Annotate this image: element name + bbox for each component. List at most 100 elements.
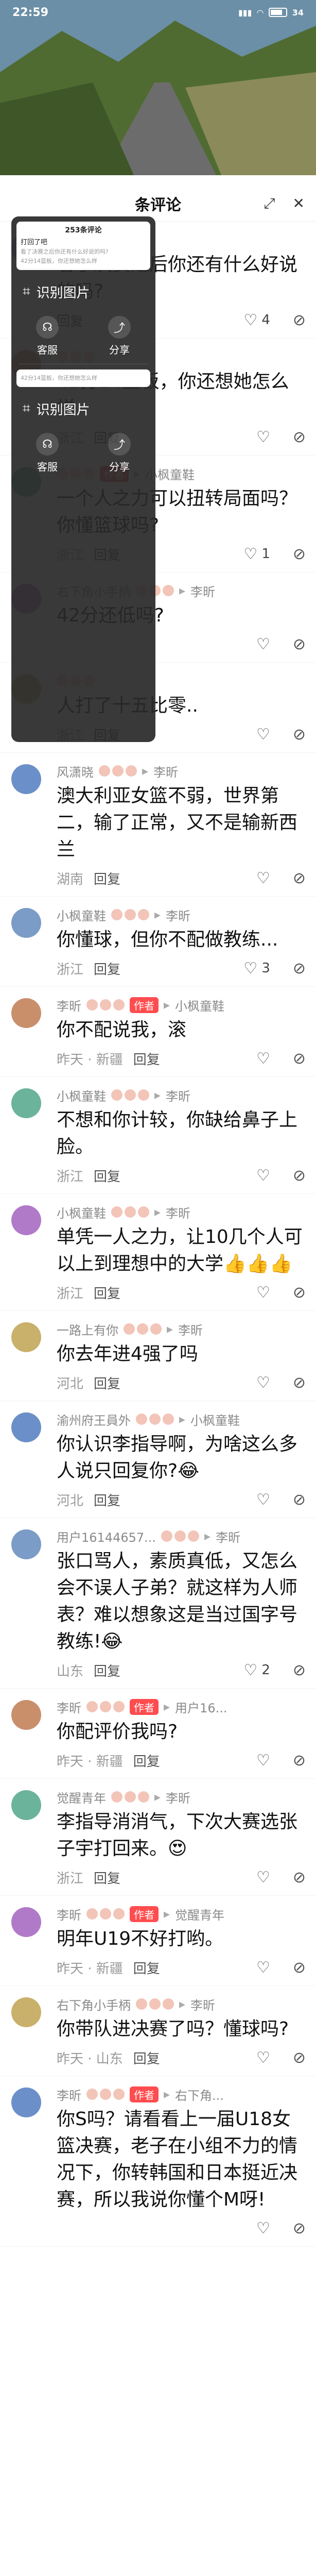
comment-username[interactable]: 李昕 [57, 1905, 81, 1923]
dislike-icon[interactable]: ⊘ [293, 1959, 306, 1977]
dislike-icon[interactable]: ⊘ [293, 726, 306, 744]
comment-item[interactable]: 小枫童鞋 ▸ 李昕 你懂球，但你不配做教练... 浙江 回复 ♡ 3 ⊘ [0, 897, 316, 987]
dislike-icon[interactable]: ⊘ [293, 635, 306, 653]
dislike-icon[interactable]: ⊘ [293, 1284, 306, 1302]
comment-item[interactable]: 李昕 作者 ▸ 小枫童鞋 你不配说我，滚 昨天 · 新疆 回复 ♡ ⊘ [0, 987, 316, 1077]
comment-item[interactable]: 李昕 作者 ▸ 右下角... 你S吗？请看看上一届U18女篮决赛，老子在小组不力的情况下… [0, 2076, 316, 2247]
reply-target-username[interactable]: 用户16... [175, 1698, 227, 1716]
avatar[interactable] [11, 1322, 41, 1352]
like-button[interactable]: ♡ 2 [243, 1661, 270, 1679]
like-button[interactable]: ♡ [256, 726, 270, 744]
avatar[interactable] [11, 1997, 41, 2027]
comment-username[interactable]: 一路上有你 [57, 1320, 118, 1338]
customer-service-button[interactable]: ☊ 客服 [36, 316, 59, 357]
dislike-icon[interactable]: ⊘ [293, 1661, 306, 1679]
reply-button[interactable]: 回复 [94, 1661, 120, 1680]
reply-target-username[interactable]: 李昕 [190, 1995, 215, 2013]
dislike-icon[interactable]: ⊘ [293, 428, 306, 446]
comment-username[interactable]: 李昕 [57, 1698, 81, 1716]
comment-item[interactable]: 觉醒青年 ▸ 李昕 李指导消消气，下次大赛选张子宇打回来。😍 浙江 回复 ♡ ⊘ [0, 1779, 316, 1896]
comment-item[interactable]: 一路上有你 ▸ 李昕 你去年进4强了吗 河北 回复 ♡ ⊘ [0, 1311, 316, 1401]
reply-button[interactable]: 回复 [94, 959, 120, 978]
reply-target-username[interactable]: 李昕 [166, 1788, 190, 1806]
like-button[interactable]: ♡ [256, 1491, 270, 1509]
like-button[interactable]: ♡ [256, 428, 270, 446]
comment-username[interactable]: 右下角小手柄 [57, 1995, 131, 2013]
like-button[interactable]: ♡ [256, 1959, 270, 1977]
comment-item[interactable]: 李昕 作者 ▸ 用户16... 你配评价我吗? 昨天 · 新疆 回复 ♡ ⊘ [0, 1689, 316, 1779]
reply-button[interactable]: 回复 [133, 2048, 160, 2067]
reply-button[interactable]: 回复 [94, 1490, 120, 1509]
reply-target-username[interactable]: 李昕 [166, 1203, 190, 1221]
customer-service-button-2[interactable]: ☊ 客服 [36, 433, 59, 474]
like-button[interactable]: ♡ [256, 1284, 270, 1302]
comment-username[interactable]: 渝州府王員外 [57, 1410, 131, 1428]
comment-username[interactable]: 李昕 [57, 996, 81, 1014]
recognize-image-button-2[interactable]: ⌗ 识别图片 [11, 392, 155, 426]
like-button[interactable]: ♡ [256, 1167, 270, 1185]
reply-target-username[interactable]: 李昕 [178, 1320, 203, 1338]
avatar[interactable] [11, 1205, 41, 1235]
dislike-icon[interactable]: ⊘ [293, 959, 306, 978]
expand-icon[interactable]: ⤢ [264, 195, 275, 212]
comment-item[interactable]: 风潇晓 ▸ 李昕 澳大利亚女篮不弱，世界第二，输了正常，又不是输新西兰 湖南 回复 ♡ ⊘ [0, 753, 316, 897]
comment-username[interactable]: 觉醒青年 [57, 1788, 106, 1806]
avatar[interactable] [11, 1088, 41, 1118]
reply-target-username[interactable]: 小枫童鞋 [175, 996, 224, 1014]
avatar[interactable] [11, 1412, 41, 1442]
like-button[interactable]: ♡ [256, 1868, 270, 1887]
reply-target-username[interactable]: 李昕 [216, 1527, 240, 1545]
dislike-icon[interactable]: ⊘ [293, 545, 306, 563]
like-button[interactable]: ♡ [256, 869, 270, 887]
like-button[interactable]: ♡ [256, 1752, 270, 1770]
comment-username[interactable]: 小枫童鞋 [57, 1203, 106, 1221]
avatar[interactable] [11, 998, 41, 1028]
reply-target-username[interactable]: 李昕 [166, 1086, 190, 1104]
reply-button[interactable]: 回复 [94, 1166, 120, 1185]
dislike-icon[interactable]: ⊘ [293, 1050, 306, 1068]
reply-target-username[interactable]: 李昕 [153, 762, 178, 780]
like-button[interactable]: ♡ 1 [243, 545, 270, 563]
like-button[interactable]: ♡ [256, 1374, 270, 1392]
dislike-icon[interactable]: ⊘ [293, 869, 306, 887]
like-button[interactable]: ♡ 4 [243, 311, 270, 329]
like-button[interactable]: ♡ 3 [243, 959, 270, 978]
comment-item[interactable]: 用户16144657... ▸ 李昕 张口骂人，素质真低，又怎么会不误人子弟？就这样为… [0, 1518, 316, 1689]
avatar[interactable] [11, 908, 41, 938]
reply-button[interactable]: 回复 [94, 1283, 120, 1302]
dislike-icon[interactable]: ⊘ [293, 1167, 306, 1185]
comment-username[interactable]: 小枫童鞋 [57, 906, 106, 924]
like-button[interactable]: ♡ [256, 2049, 270, 2067]
reply-target-username[interactable]: 觉醒青年 [175, 1905, 224, 1923]
avatar[interactable] [11, 764, 41, 794]
comment-item[interactable]: 小枫童鞋 ▸ 李昕 不想和你计较，你缺给鼻子上脸。 浙江 回复 ♡ ⊘ [0, 1077, 316, 1194]
reply-target-username[interactable]: 李昕 [166, 906, 190, 924]
dislike-icon[interactable]: ⊘ [293, 1491, 306, 1509]
avatar[interactable] [11, 1700, 41, 1730]
reply-button[interactable]: 回复 [94, 869, 120, 888]
comment-item[interactable]: 李昕 作者 ▸ 觉醒青年 明年U19不好打哟。 昨天 · 新疆 回复 ♡ ⊘ [0, 1896, 316, 1986]
share-button[interactable]: ⤴ 分享 [108, 316, 131, 357]
reply-button[interactable]: 回复 [133, 1049, 160, 1068]
recognize-image-button[interactable]: ⌗ 识别图片 [11, 275, 155, 309]
reply-target-username[interactable]: 小枫童鞋 [190, 1410, 240, 1428]
close-icon[interactable]: ✕ [293, 195, 305, 212]
avatar[interactable] [11, 1529, 41, 1559]
like-button[interactable]: ♡ [256, 1050, 270, 1068]
avatar[interactable] [11, 2087, 41, 2117]
avatar[interactable] [11, 1907, 41, 1937]
comment-username[interactable]: 风潇晓 [57, 762, 94, 780]
reply-target-username[interactable]: 右下角... [175, 2085, 224, 2103]
comment-username[interactable]: 小枫童鞋 [57, 1086, 106, 1104]
avatar[interactable] [11, 1790, 41, 1820]
like-button[interactable]: ♡ [256, 2219, 270, 2237]
dislike-icon[interactable]: ⊘ [293, 2049, 306, 2067]
comment-username[interactable]: 用户16144657... [57, 1527, 156, 1545]
dislike-icon[interactable]: ⊘ [293, 2219, 306, 2237]
reply-button[interactable]: 回复 [94, 1373, 120, 1392]
comment-item[interactable]: 小枫童鞋 ▸ 李昕 单凭一人之力，让10几个人可以上到理想中的大学👍👍👍 浙江 回复 ♡ ⊘ [0, 1194, 316, 1311]
reply-button[interactable]: 回复 [94, 1868, 120, 1887]
comment-username[interactable]: 李昕 [57, 2085, 81, 2103]
dislike-icon[interactable]: ⊘ [293, 1752, 306, 1770]
comment-item[interactable]: 右下角小手柄 ▸ 李昕 你带队进决赛了吗？懂球吗? 昨天 · 山东 回复 ♡ ⊘ [0, 1986, 316, 2076]
